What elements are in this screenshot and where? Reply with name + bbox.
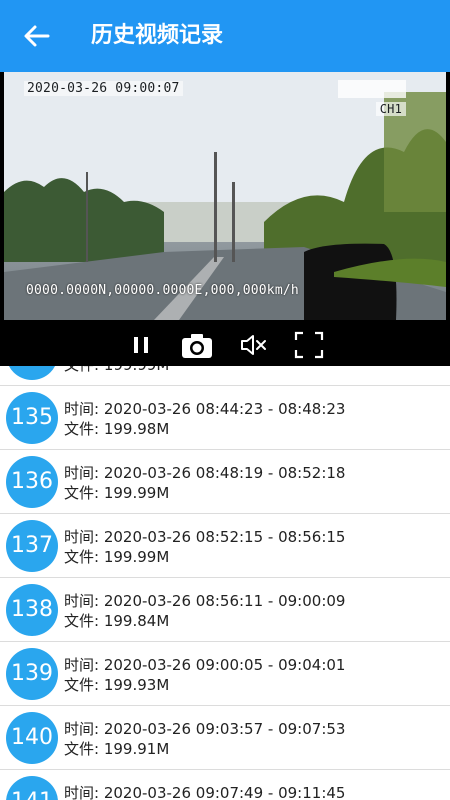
record-list[interactable]: 134 文件: 199.99M 135 时间: 2020-03-26 08:44… xyxy=(0,366,450,800)
list-item[interactable]: 141 时间: 2020-03-26 09:07:49 - 09:11:45 xyxy=(0,770,450,800)
file-size-line: 文件: 199.99M xyxy=(64,546,169,567)
file-size-line: 文件: 199.99M xyxy=(64,366,169,375)
record-number-badge: 136 xyxy=(6,456,58,508)
file-size: 199.99M xyxy=(103,548,170,566)
page-title: 历史视频记录 xyxy=(91,23,224,48)
video-player[interactable]: 2020-03-26 09:00:07 CH1 0000.0000N,00000… xyxy=(0,72,450,366)
file-label: 文件: xyxy=(64,366,104,374)
app-header: 历史视频记录 xyxy=(0,0,450,72)
file-size: 199.93M xyxy=(103,676,170,694)
list-item[interactable]: 135 时间: 2020-03-26 08:44:23 - 08:48:23 文… xyxy=(0,386,450,450)
file-size-line: 文件: 199.84M xyxy=(64,610,169,631)
file-label: 文件: xyxy=(64,420,104,438)
time-range-line: 时间: 2020-03-26 08:52:15 - 08:56:15 xyxy=(64,526,345,547)
time-label: 时间: xyxy=(64,784,104,800)
list-item[interactable]: 138 时间: 2020-03-26 08:56:11 - 09:00:09 文… xyxy=(0,578,450,642)
time-range: 2020-03-26 08:56:11 - 09:00:09 xyxy=(103,592,346,610)
time-range-line: 时间: 2020-03-26 08:56:11 - 09:00:09 xyxy=(64,590,345,611)
list-item[interactable]: 137 时间: 2020-03-26 08:52:15 - 08:56:15 文… xyxy=(0,514,450,578)
pause-icon[interactable] xyxy=(124,330,158,360)
file-label: 文件: xyxy=(64,548,104,566)
video-timestamp: 2020-03-26 09:00:07 xyxy=(24,81,183,96)
file-size-line: 文件: 199.99M xyxy=(64,482,169,503)
list-item[interactable]: 136 时间: 2020-03-26 08:48:19 - 08:52:18 文… xyxy=(0,450,450,514)
file-size: 199.99M xyxy=(104,366,169,374)
list-item[interactable]: 134 文件: 199.99M xyxy=(0,366,450,386)
file-label: 文件: xyxy=(64,740,104,758)
camera-icon[interactable] xyxy=(180,330,214,360)
time-range: 2020-03-26 09:03:57 - 09:07:53 xyxy=(103,720,346,738)
time-label: 时间: xyxy=(64,400,104,418)
file-size-line: 文件: 199.91M xyxy=(64,738,169,759)
fullscreen-icon[interactable] xyxy=(292,330,326,360)
file-size: 199.99M xyxy=(103,484,170,502)
time-range: 2020-03-26 09:07:49 - 09:11:45 xyxy=(103,784,346,800)
time-range: 2020-03-26 08:48:19 - 08:52:18 xyxy=(103,464,346,482)
record-number-badge: 139 xyxy=(6,648,58,700)
time-label: 时间: xyxy=(64,656,104,674)
channel-label: CH1 xyxy=(375,102,406,116)
file-size: 199.84M xyxy=(103,612,170,630)
time-label: 时间: xyxy=(64,592,104,610)
file-size: 199.91M xyxy=(103,740,170,758)
file-size: 199.98M xyxy=(103,420,170,438)
time-range-line: 时间: 2020-03-26 09:00:05 - 09:04:01 xyxy=(64,654,345,675)
player-controls xyxy=(0,322,450,366)
arrow-left-icon[interactable] xyxy=(18,20,54,52)
file-label: 文件: xyxy=(64,612,104,630)
record-number-badge: 135 xyxy=(6,392,58,444)
time-range: 2020-03-26 09:00:05 - 09:04:01 xyxy=(103,656,346,674)
list-item[interactable]: 139 时间: 2020-03-26 09:00:05 - 09:04:01 文… xyxy=(0,642,450,706)
record-number-badge: 140 xyxy=(6,712,58,764)
gps-readout: 0000.0000N,00000.0000E,000,000km/h xyxy=(26,283,299,298)
time-range-line: 时间: 2020-03-26 09:07:49 - 09:11:45 xyxy=(64,782,345,800)
time-range: 2020-03-26 08:52:15 - 08:56:15 xyxy=(103,528,346,546)
video-frame[interactable]: 2020-03-26 09:00:07 CH1 0000.0000N,00000… xyxy=(4,72,446,320)
file-label: 文件: xyxy=(64,676,104,694)
list-item[interactable]: 140 时间: 2020-03-26 09:03:57 - 09:07:53 文… xyxy=(0,706,450,770)
time-range-line: 时间: 2020-03-26 08:44:23 - 08:48:23 xyxy=(64,398,345,419)
time-label: 时间: xyxy=(64,464,104,482)
time-range: 2020-03-26 08:44:23 - 08:48:23 xyxy=(103,400,346,418)
time-range-line: 时间: 2020-03-26 09:03:57 - 09:07:53 xyxy=(64,718,345,739)
record-number-badge: 137 xyxy=(6,520,58,572)
video-overlay-box xyxy=(338,80,406,98)
time-label: 时间: xyxy=(64,720,104,738)
time-label: 时间: xyxy=(64,528,104,546)
mute-icon[interactable] xyxy=(236,330,270,360)
record-number-badge: 134 xyxy=(6,366,58,380)
time-range-line: 时间: 2020-03-26 08:48:19 - 08:52:18 xyxy=(64,462,345,483)
file-size-line: 文件: 199.98M xyxy=(64,418,169,439)
file-label: 文件: xyxy=(64,484,104,502)
file-size-line: 文件: 199.93M xyxy=(64,674,169,695)
record-number-badge: 138 xyxy=(6,584,58,636)
record-number-badge: 141 xyxy=(6,776,58,800)
